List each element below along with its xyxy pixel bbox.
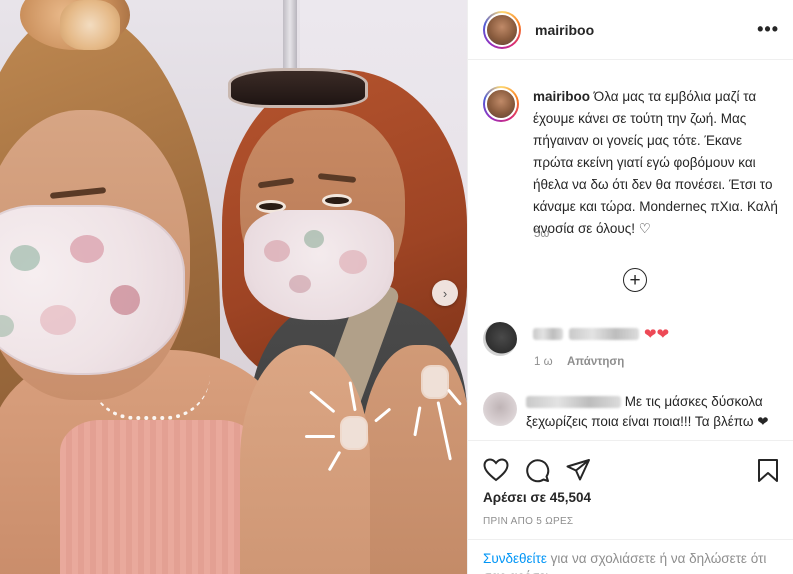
caption-age: 5ω — [534, 228, 550, 240]
pink-top — [60, 420, 260, 574]
scrunchie — [60, 0, 120, 50]
post-actions: Αρέσει σε 45,504 ΠΡΙΝ ΑΠΟ 5 ΩΡΕΣ Συνδεθε… — [468, 440, 793, 574]
left-person-arm — [240, 345, 370, 574]
sparkle-line — [305, 435, 335, 438]
more-options-icon[interactable]: ••• — [757, 19, 779, 40]
heart-icon[interactable] — [483, 458, 509, 482]
avatar[interactable] — [483, 10, 521, 49]
reply-button[interactable]: Απάντηση — [567, 356, 624, 368]
comment-age: 1 ω — [534, 356, 553, 368]
avatar[interactable] — [483, 322, 517, 356]
action-icons — [468, 441, 793, 487]
avatar[interactable] — [483, 86, 519, 122]
post-header: mairiboo ••• — [468, 0, 793, 60]
blurred-username[interactable] — [526, 396, 621, 409]
comment-icon[interactable] — [525, 458, 550, 483]
chevron-right-icon: › — [442, 285, 448, 301]
eye — [322, 194, 352, 207]
blurred-username[interactable] — [533, 328, 563, 340]
avatar[interactable] — [483, 392, 517, 426]
comment-body: ❤❤ — [533, 325, 669, 343]
login-link[interactable]: Συνδεθείτε — [483, 551, 547, 566]
vaccine-bandage — [342, 418, 366, 448]
login-prompt: Συνδεθείτε για να σχολιάσετε ή να δηλώσε… — [468, 539, 793, 574]
comment: Με τις μάσκες δύσκολα ξεχωρίζεις ποια εί… — [526, 392, 776, 432]
floral-mask — [0, 205, 185, 375]
caption-text: mairiboo Όλα μας τα εμβόλια μαζί τα έχου… — [533, 86, 779, 240]
post-photo[interactable]: › — [0, 0, 467, 574]
caption-username[interactable]: mairiboo — [533, 89, 590, 104]
caption: mairiboo Όλα μας τα εμβόλια μαζί τα έχου… — [483, 86, 783, 240]
heart-emoji: ❤❤ — [643, 326, 670, 343]
post-sidebar: mairiboo ••• mairiboo Όλα μας τα εμβόλια… — [467, 0, 793, 574]
plus-icon: + — [629, 269, 641, 291]
carousel-next-button[interactable]: › — [432, 280, 458, 306]
post-timestamp[interactable]: ΠΡΙΝ ΑΠΟ 5 ΩΡΕΣ — [483, 516, 573, 527]
vaccine-bandage — [423, 367, 447, 397]
username-link[interactable]: mairiboo — [535, 22, 757, 38]
bookmark-icon[interactable] — [757, 458, 779, 483]
caption-body: Όλα μας τα εμβόλια μαζί τα έχουμε κάνει … — [533, 89, 778, 236]
blurred-text — [569, 328, 640, 340]
floral-mask — [244, 210, 394, 320]
share-icon[interactable] — [566, 458, 591, 482]
load-more-comments-button[interactable]: + — [623, 268, 647, 292]
sunglasses — [228, 68, 368, 108]
likes-count[interactable]: Αρέσει σε 45,504 — [483, 490, 591, 505]
